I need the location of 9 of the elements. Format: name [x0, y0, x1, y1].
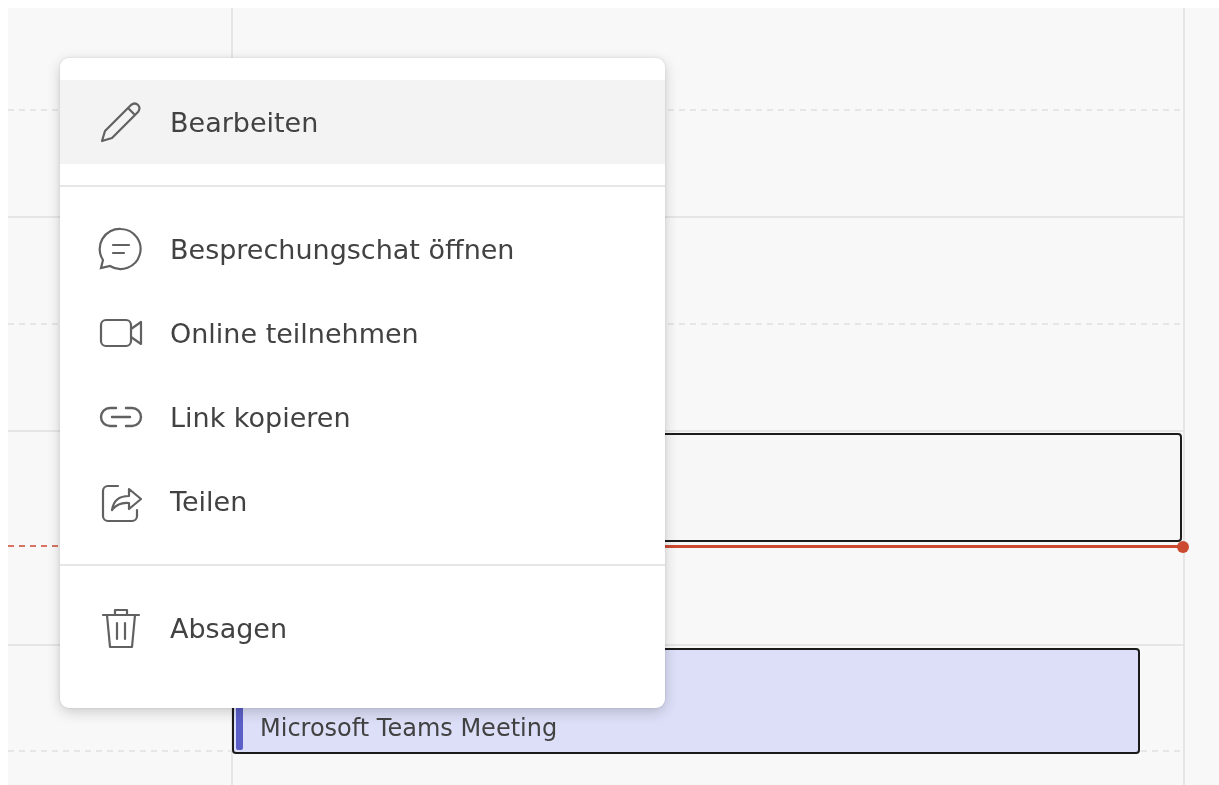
pencil-icon: [98, 99, 144, 145]
chat-bubble-icon: [98, 226, 144, 272]
menu-item[interactable]: Besprechungschat öffnen: [60, 207, 665, 291]
menu-item[interactable]: Bearbeiten: [60, 80, 665, 164]
menu-item[interactable]: Link kopieren: [60, 375, 665, 459]
current-time-dot: [1177, 541, 1189, 553]
menu-item[interactable]: Teilen: [60, 459, 665, 543]
menu-item[interactable]: Online teilnehmen: [60, 291, 665, 375]
event-title: Microsoft Teams Meeting: [260, 714, 558, 742]
